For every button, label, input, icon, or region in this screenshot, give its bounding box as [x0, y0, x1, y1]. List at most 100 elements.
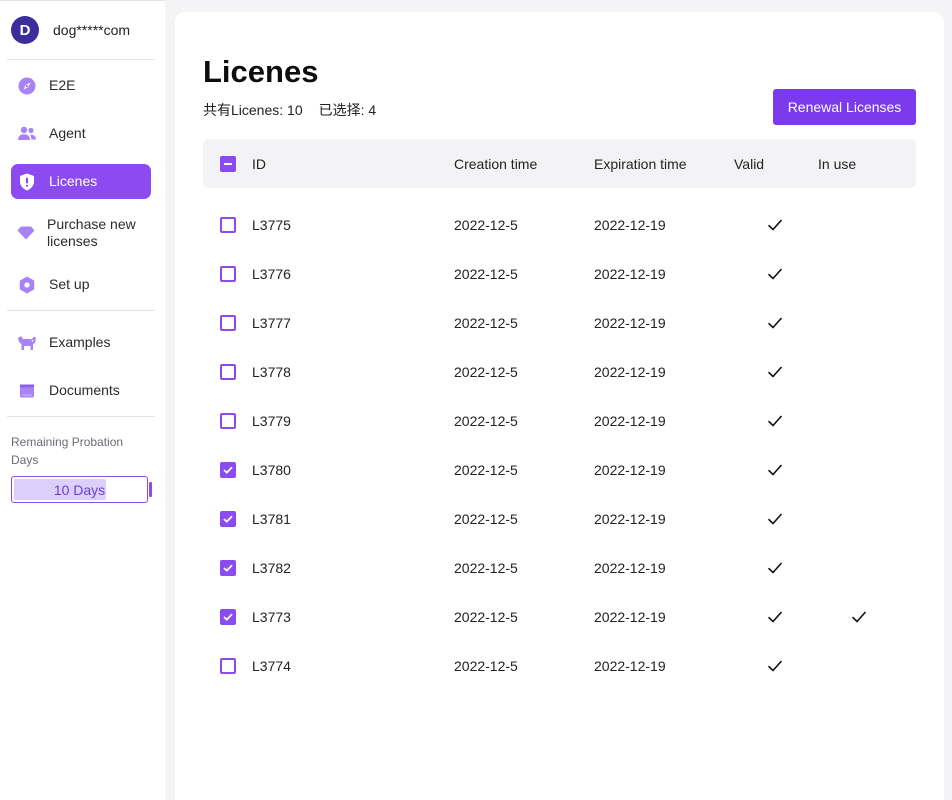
cell-id: L3776 [252, 265, 291, 282]
table-header: ID Creation time Expiration time Valid I… [203, 139, 916, 188]
cell-creation-time: 2022-12-5 [454, 363, 518, 380]
shield-icon [17, 172, 37, 192]
valid-check-icon [767, 365, 783, 382]
table-row[interactable]: L3778 2022-12-5 2022-12-19 [203, 347, 916, 396]
valid-check-icon [767, 512, 783, 529]
sidebar-item-licenes[interactable]: Licenes [11, 164, 151, 199]
users-icon [17, 124, 37, 144]
cell-expiration-time: 2022-12-19 [594, 265, 666, 282]
sidebar-item-label: Set up [49, 276, 90, 292]
cell-expiration-time: 2022-12-19 [594, 559, 666, 576]
account-header[interactable]: D dog*****com [0, 1, 165, 59]
minus-icon [223, 162, 232, 165]
cell-creation-time: 2022-12-5 [454, 559, 518, 576]
column-header-creation-time: Creation time [454, 155, 538, 172]
valid-check-icon [767, 267, 783, 284]
table-row[interactable]: L3781 2022-12-5 2022-12-19 [203, 494, 916, 543]
sidebar-item-setup[interactable]: Set up [11, 267, 151, 302]
cell-id: L3774 [252, 657, 291, 674]
cell-creation-time: 2022-12-5 [454, 412, 518, 429]
table-row[interactable]: L3777 2022-12-5 2022-12-19 [203, 298, 916, 347]
table-row[interactable]: L3774 2022-12-5 2022-12-19 [203, 641, 916, 690]
row-checkbox[interactable] [219, 265, 236, 282]
page-title: Licenes [203, 54, 319, 89]
valid-check-icon [767, 316, 783, 333]
row-checkbox[interactable] [219, 657, 236, 674]
row-checkbox[interactable] [219, 608, 236, 625]
checkmark-icon [222, 466, 233, 474]
sidebar-item-e2e[interactable]: E2E [11, 68, 151, 103]
hexagon-gear-icon [17, 275, 37, 295]
avatar[interactable]: D [11, 16, 39, 44]
sidebar-item-label: Agent [49, 125, 86, 141]
table-row[interactable]: L3780 2022-12-5 2022-12-19 [203, 445, 916, 494]
row-checkbox[interactable] [219, 559, 236, 576]
cell-expiration-time: 2022-12-19 [594, 216, 666, 233]
valid-check-icon [767, 463, 783, 480]
row-checkbox[interactable] [219, 216, 236, 233]
cell-expiration-time: 2022-12-19 [594, 363, 666, 380]
cell-id: L3781 [252, 510, 291, 527]
probation-battery: 10 Days [11, 476, 152, 503]
license-summary: 共有Licenes: 10 已选择: 4 [203, 100, 376, 120]
cell-creation-time: 2022-12-5 [454, 461, 518, 478]
cell-expiration-time: 2022-12-19 [594, 608, 666, 625]
book-icon [17, 381, 37, 401]
sidebar-item-label: Documents [49, 382, 120, 398]
cell-id: L3773 [252, 608, 291, 625]
licenses-table: ID Creation time Expiration time Valid I… [203, 139, 916, 690]
cell-expiration-time: 2022-12-19 [594, 510, 666, 527]
valid-check-icon [767, 659, 783, 676]
row-checkbox[interactable] [219, 314, 236, 331]
sidebar-item-examples[interactable]: Examples [11, 325, 151, 360]
cell-expiration-time: 2022-12-19 [594, 314, 666, 331]
cell-expiration-time: 2022-12-19 [594, 657, 666, 674]
main-panel: Licenes 共有Licenes: 10 已选择: 4 Renewal Lic… [175, 12, 944, 800]
probation-value: 10 Days [53, 481, 106, 498]
cell-id: L3775 [252, 216, 291, 233]
row-checkbox[interactable] [219, 461, 236, 478]
sidebar-item-purchase[interactable]: Purchase new licenses [11, 212, 151, 254]
row-checkbox[interactable] [219, 363, 236, 380]
cell-id: L3782 [252, 559, 291, 576]
table-row[interactable]: L3773 2022-12-5 2022-12-19 [203, 592, 916, 641]
sidebar: D dog*****com E2E Agent Licenes Purchase… [0, 0, 165, 800]
valid-check-icon [767, 414, 783, 431]
table-body: L3775 2022-12-5 2022-12-19 L3776 2022-12-5 20… [203, 188, 916, 690]
renewal-licenses-button[interactable]: Renewal Licenses [773, 89, 916, 125]
table-row[interactable]: L3782 2022-12-5 2022-12-19 [203, 543, 916, 592]
cell-id: L3780 [252, 461, 291, 478]
cell-creation-time: 2022-12-5 [454, 265, 518, 282]
table-row[interactable]: L3776 2022-12-5 2022-12-19 [203, 249, 916, 298]
column-header-in-use: In use [818, 155, 857, 172]
battery-cap [149, 482, 152, 497]
sidebar-nav: E2E Agent Licenes Purchase new licenses … [0, 60, 165, 310]
cell-id: L3779 [252, 412, 291, 429]
cell-creation-time: 2022-12-5 [454, 314, 518, 331]
column-header-expiration-time: Expiration time [594, 155, 687, 172]
table-row[interactable]: L3775 2022-12-5 2022-12-19 [203, 200, 916, 249]
probation-panel: Remaining Probation Days 10 Days [0, 417, 165, 503]
sidebar-item-label: Examples [49, 334, 111, 350]
selected-count: 已选择: 4 [318, 102, 377, 118]
compass-icon [17, 76, 37, 96]
total-count: 共有Licenes: 10 [203, 102, 303, 118]
cell-id: L3778 [252, 363, 291, 380]
sidebar-item-label: E2E [49, 77, 76, 93]
sidebar-item-agent[interactable]: Agent [11, 116, 151, 151]
column-header-valid: Valid [734, 155, 765, 172]
row-checkbox[interactable] [219, 412, 236, 429]
dog-icon [17, 333, 37, 353]
row-checkbox[interactable] [219, 510, 236, 527]
valid-check-icon [767, 610, 783, 627]
checkmark-icon [222, 515, 233, 523]
in-use-check-icon [851, 610, 867, 627]
account-name: dog*****com [53, 22, 131, 38]
table-row[interactable]: L3779 2022-12-5 2022-12-19 [203, 396, 916, 445]
select-all-checkbox[interactable] [219, 155, 236, 172]
cell-expiration-time: 2022-12-19 [594, 412, 666, 429]
checkmark-icon [222, 613, 233, 621]
sidebar-item-documents[interactable]: Documents [11, 373, 151, 408]
column-header-id: ID [252, 155, 266, 172]
cell-expiration-time: 2022-12-19 [594, 461, 666, 478]
